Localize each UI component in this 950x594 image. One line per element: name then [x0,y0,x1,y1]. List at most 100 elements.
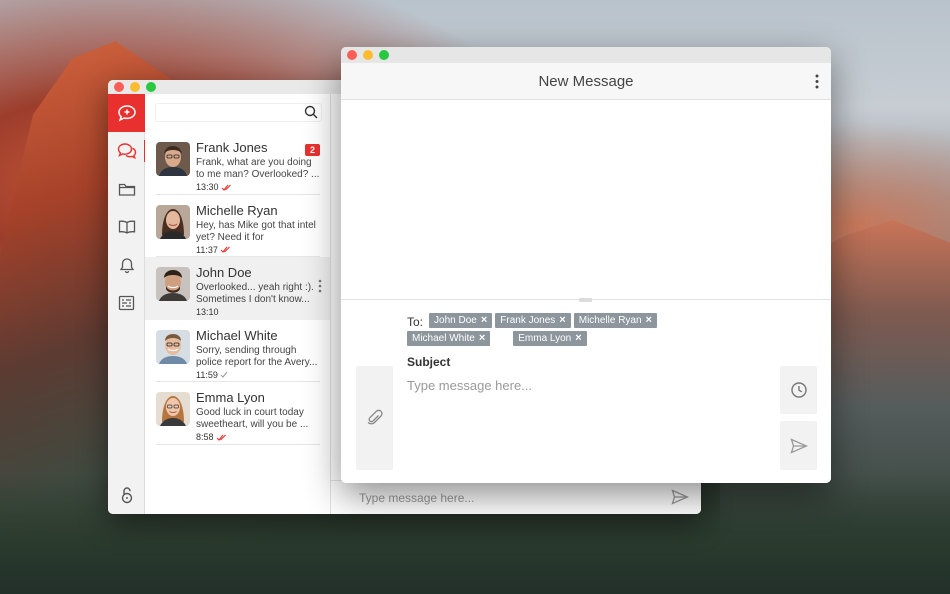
conversation-item-john-doe[interactable]: John Doe Overlooked... yeah right :). So… [145,257,330,320]
contact-name: Emma Lyon [196,390,265,405]
conversation-item-emma-lyon[interactable]: Emma Lyon Good luck in court today sweet… [145,382,330,445]
sidebar-item-files[interactable] [108,170,145,208]
sidebar-item-lock[interactable] [108,482,145,508]
to-label: To: [407,315,424,329]
message-time: 13:30 [196,182,219,192]
conversation-item-michael-white[interactable]: Michael White Sorry, sending through pol… [145,320,330,382]
chat-input-bar [331,480,701,514]
sidebar-item-chats[interactable] [108,132,146,170]
conversation-body: John Doe Overlooked... yeah right :). So… [196,265,320,317]
sidebar [108,94,146,514]
subject-label[interactable]: Subject [407,355,450,369]
recipient-chip[interactable]: Michael White × [407,331,491,346]
new-message-window: New Message To: John Doe × Frank Jones × M… [341,47,831,483]
check-icon [220,371,228,378]
recipient-chip[interactable]: Michelle Ryan × [573,313,657,328]
message-input[interactable] [407,375,767,395]
message-meta: 13:10 [196,307,320,317]
search-input[interactable] [155,103,295,123]
recipient-name: Michael White [412,333,475,344]
resize-handle[interactable] [579,298,592,302]
recipient-chip[interactable]: Frank Jones × [495,313,571,328]
contact-name: Michael White [196,327,278,343]
message-time: 11:37 [196,244,218,255]
avatar [156,142,190,176]
conversation-list: Frank Jones Frank, what are you doing to… [145,94,331,514]
remove-recipient-icon[interactable]: × [575,331,581,346]
recipients-row: To: John Doe × Frank Jones × Michelle Ryan… [407,313,737,349]
message-preview: Frank, what are you doing to me man? Ove… [196,157,320,180]
conversation-body: Emma Lyon Good luck in court today sweet… [196,390,320,442]
recipient-name: Emma Lyon [518,333,572,344]
sidebar-item-notifications[interactable] [108,246,145,284]
schedule-button[interactable] [780,366,817,414]
message-preview-area [341,100,831,298]
more-options-icon[interactable] [815,74,819,89]
message-time: 13:10 [196,307,219,317]
zoom-window-button[interactable] [146,82,156,92]
search-box [155,103,322,123]
message-time: 11:59 [196,369,218,380]
attach-button[interactable] [356,366,393,470]
compose-panel: To: John Doe × Frank Jones × Michelle Ryan… [341,298,831,483]
double-check-icon [220,246,230,253]
chat-message-input[interactable] [359,489,649,507]
new-chat-button[interactable] [108,94,145,132]
clock-icon [790,382,807,398]
search-icon[interactable] [304,105,318,119]
send-icon[interactable] [671,489,689,505]
titlebar [341,47,831,63]
unread-badge: 2 [305,144,320,156]
more-options-icon[interactable] [318,279,322,293]
message-preview: Hey, has Mike got that intel yet? Need i… [196,219,316,243]
close-window-button[interactable] [114,82,124,92]
message-meta: 13:30 [196,182,320,192]
conversation-item-michelle-ryan[interactable]: Michelle Ryan Hey, has Mike got that int… [145,195,330,257]
message-meta: 11:59 [196,370,320,380]
minimize-window-button[interactable] [363,50,373,60]
remove-recipient-icon[interactable]: × [481,313,487,328]
send-icon [789,437,808,454]
remove-recipient-icon[interactable]: × [559,313,565,328]
minimize-window-button[interactable] [130,82,140,92]
avatar [156,392,190,426]
recipient-chip[interactable]: John Doe × [429,313,493,328]
close-window-button[interactable] [347,50,357,60]
book-icon [118,220,135,234]
chats-icon [117,143,136,160]
search-bar [145,94,330,132]
conversation-body: Michelle Ryan Hey, has Mike got that int… [196,203,320,255]
message-preview: Sorry, sending through police report for… [196,344,318,368]
avatar [156,204,190,239]
remove-recipient-icon[interactable]: × [479,331,485,346]
double-check-icon [221,184,231,191]
page-title: New Message [538,73,634,90]
zoom-window-button[interactable] [379,50,389,60]
bell-icon [119,257,134,273]
lock-icon [121,487,132,504]
recipient-chip[interactable]: Emma Lyon × [513,331,587,346]
contact-name: Michelle Ryan [196,202,278,218]
divider [156,443,320,445]
message-time: 8:58 [196,432,214,442]
message-preview: Good luck in court today sweetheart, wil… [196,407,309,430]
sidebar-item-settings[interactable] [108,284,145,322]
settings-list-icon [118,295,135,311]
avatar [156,329,190,364]
conversation-body: Michael White Sorry, sending through pol… [196,328,320,380]
send-button[interactable] [780,421,817,470]
message-meta: 8:58 [196,432,320,442]
remove-recipient-icon[interactable]: × [646,313,652,328]
message-meta: 11:37 [196,245,320,255]
double-check-icon [216,434,226,441]
sidebar-item-contacts[interactable] [108,208,145,246]
conversation-item-frank-jones[interactable]: Frank Jones Frank, what are you doing to… [145,132,330,195]
window-controls [114,82,156,92]
header: New Message [341,63,831,100]
avatar [156,267,190,301]
recipient-name: John Doe [434,315,477,326]
paperclip-icon [367,409,383,425]
compose-chat-icon [117,105,136,122]
contact-name: John Doe [196,265,252,280]
conversation-body: Frank Jones Frank, what are you doing to… [196,140,320,192]
